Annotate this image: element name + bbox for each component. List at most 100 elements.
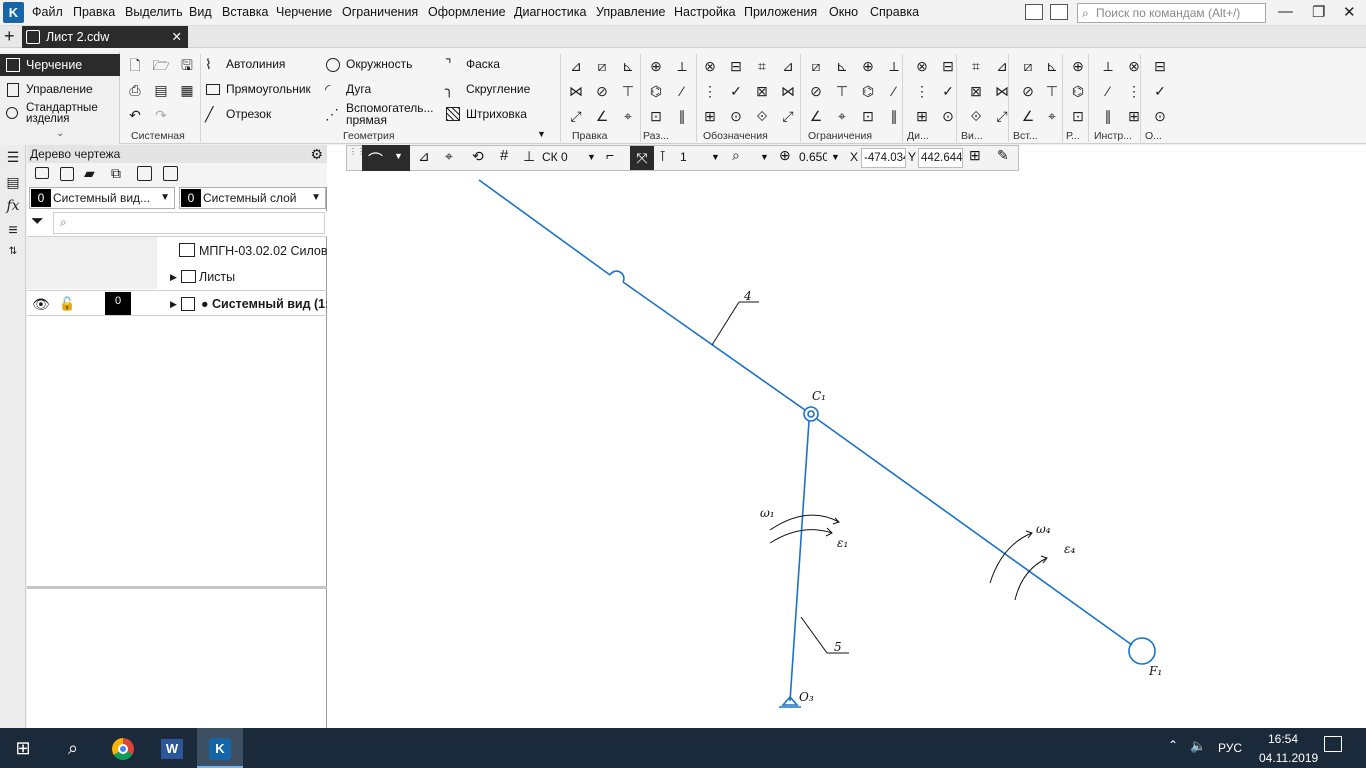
ribbon-tool-icon[interactable]: ⟂: [884, 56, 904, 76]
chrome-icon[interactable]: [100, 728, 146, 768]
ribbon-tool-icon[interactable]: ⟐: [752, 106, 772, 126]
step-value[interactable]: 1: [680, 150, 687, 164]
ribbon-tool-icon[interactable]: ⊡: [1068, 106, 1088, 126]
mode-standard-parts[interactable]: Стандартные изделия: [0, 102, 120, 125]
ribbon-tool-icon[interactable]: ⌖: [618, 106, 638, 126]
ribbon-tool-icon[interactable]: ⊗: [700, 56, 720, 76]
properties-icon[interactable]: ▤: [151, 80, 171, 100]
menu-design[interactable]: Оформление: [428, 5, 506, 19]
ribbon-tool-icon[interactable]: ⋈: [566, 81, 586, 101]
tree-row-system-view[interactable]: 👁 🔓 0 ▶ ● Системный вид (1:1: [27, 290, 327, 316]
ribbon-tool-icon[interactable]: ✓: [938, 81, 958, 101]
window-panels-icon[interactable]: [1050, 4, 1068, 20]
ribbon-tool-icon[interactable]: ⊘: [806, 81, 826, 101]
windows-start-icon[interactable]: ⊞: [0, 728, 46, 768]
ribbon-tool-icon[interactable]: ✓: [726, 81, 746, 101]
ribbon-tool-icon[interactable]: ⁄: [672, 81, 692, 101]
ribbon-tool-icon[interactable]: ⊘: [1018, 81, 1038, 101]
ribbon-tool-icon[interactable]: ∠: [592, 106, 612, 126]
window-layout-icon[interactable]: [1025, 4, 1043, 20]
ortho-icon[interactable]: ⊿: [418, 148, 430, 165]
ribbon-tool-icon[interactable]: ⧄: [806, 56, 826, 76]
tree-row-document[interactable]: МПГН-03.02.02 Силово: [27, 238, 327, 264]
close-tab-icon[interactable]: ✕: [172, 26, 182, 48]
ribbon-tool-icon[interactable]: ⊾: [1042, 56, 1062, 76]
tree-tool-image-icon[interactable]: [137, 166, 152, 181]
order-icon[interactable]: ⇅: [4, 246, 22, 266]
chevron-up-icon[interactable]: ⌃: [1168, 738, 1178, 752]
ribbon-tool-icon[interactable]: ⊗: [1124, 56, 1144, 76]
layers-icon[interactable]: ≡: [4, 222, 22, 242]
ribbon-tool-icon[interactable]: ⊠: [752, 81, 772, 101]
ribbon-tool-icon[interactable]: ⌬: [1068, 81, 1088, 101]
ribbon-tool-icon[interactable]: ⊠: [966, 81, 986, 101]
zoom-value[interactable]: 0.650: [799, 150, 827, 164]
chevron-down-icon[interactable]: ▼: [760, 152, 769, 162]
eyedropper-icon[interactable]: ✎: [997, 147, 1009, 164]
ribbon-tool-icon[interactable]: ⊕: [858, 56, 878, 76]
close-window-icon[interactable]: ✕: [1343, 3, 1356, 21]
menu-view[interactable]: Вид: [189, 5, 212, 19]
expand-modes-icon[interactable]: ⌄: [56, 128, 64, 139]
panel-splitter[interactable]: [27, 586, 327, 589]
snap-mode-button[interactable]: ⌒ ▼: [362, 145, 410, 171]
minimize-icon[interactable]: —: [1278, 3, 1293, 20]
ribbon-tool-icon[interactable]: ✓: [1150, 81, 1170, 101]
undo-icon[interactable]: ↶: [125, 105, 145, 125]
mode-drawing[interactable]: Черчение: [0, 54, 120, 76]
kompas-logo-icon[interactable]: K: [3, 2, 24, 23]
ribbon-tool-icon[interactable]: ∠: [806, 106, 826, 126]
tree-tool-layer-icon[interactable]: ▰: [84, 165, 95, 182]
ribbon-tool-icon[interactable]: ⊟: [726, 56, 746, 76]
ribbon-tool-icon[interactable]: ⌗: [966, 56, 986, 76]
ribbon-tool-icon[interactable]: ⌗: [752, 56, 772, 76]
ribbon-tool-icon[interactable]: ⌬: [646, 81, 666, 101]
tree-icon[interactable]: ☰: [4, 149, 22, 169]
menu-window[interactable]: Окно: [829, 5, 858, 19]
ribbon-tool-icon[interactable]: ⟂: [672, 56, 692, 76]
properties-panel-icon[interactable]: ▤: [4, 174, 22, 194]
ribbon-tool-icon[interactable]: ∥: [884, 106, 904, 126]
filter-icon[interactable]: ⏷: [31, 213, 44, 231]
chevron-down-icon[interactable]: ▼: [587, 152, 596, 162]
volume-icon[interactable]: 🔈: [1190, 738, 1206, 754]
open-folder-icon[interactable]: 🗁: [151, 55, 171, 75]
ribbon-tool-icon[interactable]: ⊿: [778, 56, 798, 76]
ribbon-tool-icon[interactable]: ⌖: [1042, 106, 1062, 126]
ribbon-tool-icon[interactable]: ⌬: [858, 81, 878, 101]
group-geometry-expand-icon[interactable]: ▼: [537, 129, 546, 139]
y-coordinate-field[interactable]: 442.6447: [918, 148, 963, 168]
ribbon-tool-icon[interactable]: ⊾: [618, 56, 638, 76]
ribbon-tool-icon[interactable]: ⊗: [912, 56, 932, 76]
ribbon-tool-icon[interactable]: ⊞: [1124, 106, 1144, 126]
ribbon-tool-icon[interactable]: ⁄: [1098, 81, 1118, 101]
print-icon[interactable]: ⎙: [125, 80, 145, 100]
ribbon-tool-icon[interactable]: ⋮: [700, 81, 720, 101]
ribbon-tool-icon[interactable]: ⊿: [566, 56, 586, 76]
ribbon-tool-icon[interactable]: ⊙: [726, 106, 746, 126]
expand-arrow-icon[interactable]: ▶: [170, 291, 177, 315]
save-icon[interactable]: 🖫: [177, 55, 197, 75]
ribbon-tool-icon[interactable]: ⋮: [1124, 81, 1144, 101]
step-cursor-icon[interactable]: ⌐: [606, 147, 614, 163]
menu-edit[interactable]: Правка: [73, 5, 115, 19]
coordinate-system-select[interactable]: СК 0: [542, 150, 568, 164]
ribbon-tool-icon[interactable]: ⊞: [912, 106, 932, 126]
ribbon-tool-icon[interactable]: ⁄: [884, 81, 904, 101]
ribbon-tool-icon[interactable]: ⊘: [592, 81, 612, 101]
ribbon-tool-icon[interactable]: ⊤: [618, 81, 638, 101]
ribbon-tool-icon[interactable]: ⧄: [592, 56, 612, 76]
tree-search-input[interactable]: ⌕: [53, 212, 325, 234]
snap-toggle-icon[interactable]: ⤧: [630, 146, 654, 170]
x-coordinate-field[interactable]: -474.034: [861, 148, 906, 168]
new-tab-button[interactable]: +: [4, 26, 15, 46]
menu-drawing[interactable]: Черчение: [276, 5, 332, 19]
clock-date[interactable]: 04.11.2019: [1259, 751, 1318, 765]
variables-fx-icon[interactable]: fx: [4, 198, 22, 218]
ribbon-tool-icon[interactable]: ⊙: [938, 106, 958, 126]
ribbon-tool-icon[interactable]: ⊿: [992, 56, 1012, 76]
search-icon[interactable]: ⌕: [50, 728, 96, 768]
tree-row-sheets[interactable]: ▶ Листы: [27, 264, 327, 290]
ribbon-tool-icon[interactable]: ⊡: [858, 106, 878, 126]
ribbon-tool-icon[interactable]: ⋈: [992, 81, 1012, 101]
